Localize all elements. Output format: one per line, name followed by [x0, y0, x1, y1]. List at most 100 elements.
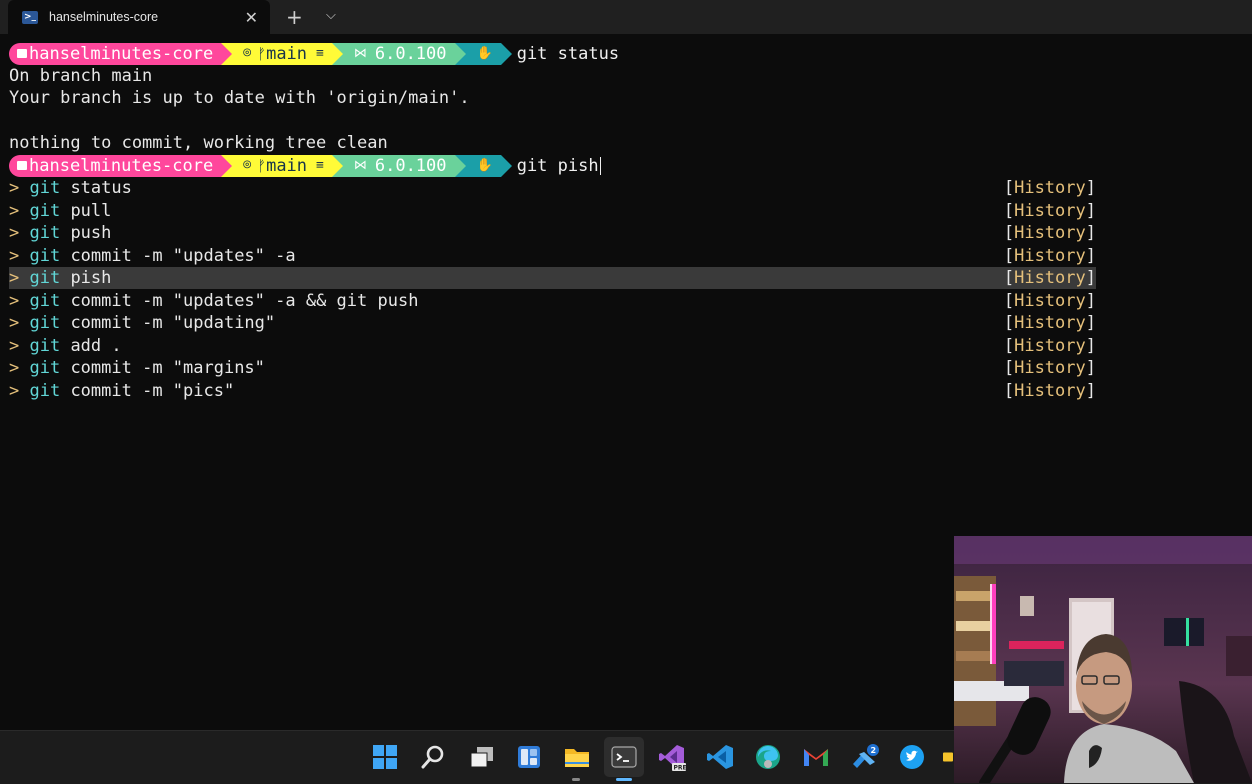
search-icon[interactable]: [417, 741, 449, 773]
dotnet-version: 6.0.100: [374, 44, 447, 64]
terminal-icon[interactable]: [604, 737, 644, 777]
prediction-command-keyword: git: [29, 178, 61, 198]
prediction-command-keyword: git: [29, 223, 61, 243]
prompt-line: hanselminutes-core ⌾ ᚠ main ≡ ⋈ 6.0.100 …: [9, 155, 601, 177]
prediction-item[interactable]: > git push [History]: [9, 222, 1096, 244]
output-line: nothing to commit, working tree clean: [9, 133, 388, 153]
prediction-marker: >: [9, 290, 30, 311]
task-view-icon[interactable]: [466, 741, 498, 773]
history-label: History: [1014, 335, 1086, 356]
history-label: History: [1014, 178, 1086, 198]
edge-icon[interactable]: [752, 741, 784, 773]
gmail-icon[interactable]: [800, 741, 832, 773]
close-icon[interactable]: ✕: [245, 8, 258, 27]
widgets-icon[interactable]: [513, 741, 545, 773]
prompt-folder-segment: hanselminutes-core: [9, 43, 233, 65]
command-text: git status: [516, 44, 620, 64]
prediction-source-tag: [History]: [1003, 223, 1096, 243]
running-indicator: [572, 778, 580, 781]
prediction-source-tag: [History]: [1003, 268, 1096, 288]
powershell-icon: >_: [22, 10, 38, 24]
equal-status-icon: ≡: [316, 46, 324, 61]
file-explorer-icon[interactable]: [561, 741, 593, 773]
prediction-command-keyword: git: [29, 358, 61, 378]
prediction-marker: >: [9, 200, 30, 221]
prediction-item[interactable]: > git add . [History]: [9, 335, 1096, 357]
prediction-item[interactable]: > git commit -m "pics" [History]: [9, 380, 1096, 402]
prediction-source-tag: [History]: [1003, 335, 1096, 356]
history-label: History: [1014, 200, 1086, 221]
prediction-marker: >: [9, 335, 30, 356]
windows-start-icon[interactable]: [369, 741, 401, 773]
output-line: On branch main: [9, 66, 153, 86]
prediction-source-tag: [History]: [1003, 200, 1096, 221]
partially-hidden-app-icon[interactable]: [942, 741, 954, 773]
history-label: History: [1014, 223, 1086, 243]
prompt-dotnet-segment: ⋈ 6.0.100: [331, 155, 466, 177]
prediction-command-args: push: [60, 223, 112, 243]
folder-icon: [17, 49, 27, 58]
history-label: History: [1014, 313, 1086, 333]
prompt-git-segment: ⌾ ᚠ main ≡: [221, 43, 343, 65]
equal-status-icon: ≡: [316, 158, 324, 173]
prediction-item[interactable]: > git commit -m "updates" -a [History]: [9, 245, 1096, 267]
prediction-command-args: commit -m "pics": [60, 380, 235, 401]
github-icon: ⌾: [243, 46, 252, 61]
github-icon: ⌾: [243, 158, 252, 173]
command-input[interactable]: git pish: [517, 155, 601, 177]
prediction-marker: >: [9, 178, 30, 198]
output-line: Your branch is up to date with 'origin/m…: [9, 88, 470, 108]
prediction-item[interactable]: > git commit -m "updates" -a && git push…: [9, 290, 1096, 312]
text-cursor: [599, 157, 601, 175]
prediction-command-keyword: git: [29, 200, 61, 221]
chevron-down-icon[interactable]: ⌵: [326, 8, 336, 23]
prediction-item[interactable]: > git commit -m "margins" [History]: [9, 357, 1096, 379]
dotnet-icon: ⋈: [353, 46, 367, 61]
prediction-command-keyword: git: [29, 290, 61, 311]
webcam-overlay: [954, 536, 1252, 783]
twitter-icon[interactable]: [896, 741, 928, 773]
branch-icon: ᚠ: [257, 45, 267, 63]
prediction-command-args: pish: [60, 268, 112, 288]
prediction-marker: >: [9, 223, 30, 243]
prediction-source-tag: [History]: [1003, 358, 1096, 378]
dotnet-icon: ⋈: [353, 158, 367, 173]
history-label: History: [1014, 380, 1086, 401]
folder-icon: [17, 161, 27, 170]
prediction-command-keyword: git: [29, 335, 61, 356]
hand-icon: ✋: [476, 158, 493, 173]
prediction-command-args: pull: [60, 200, 112, 221]
prediction-item[interactable]: > git pull [History]: [9, 200, 1096, 222]
history-label: History: [1014, 358, 1086, 378]
prompt-dotnet-segment: ⋈ 6.0.100: [331, 43, 466, 65]
prompt-line: hanselminutes-core ⌾ ᚠ main ≡ ⋈ 6.0.100 …: [9, 43, 619, 65]
prediction-source-tag: [History]: [1003, 290, 1096, 311]
history-label: History: [1014, 268, 1086, 288]
tab-hanselminutes-core[interactable]: >_ hanselminutes-core ✕: [8, 0, 270, 34]
hand-icon: ✋: [476, 46, 493, 61]
branch-name: main: [266, 156, 308, 176]
prediction-item[interactable]: > git commit -m "updating" [History]: [9, 312, 1096, 334]
visual-studio-preview-icon[interactable]: PRE: [656, 741, 688, 773]
history-label: History: [1014, 245, 1086, 266]
folder-name: hanselminutes-core: [29, 44, 214, 64]
prediction-command-args: add .: [60, 335, 122, 356]
prediction-command-keyword: git: [29, 245, 61, 266]
prediction-item-selected[interactable]: > git pish [History]: [9, 267, 1096, 289]
prediction-command-keyword: git: [29, 313, 61, 333]
prediction-source-tag: [History]: [1003, 313, 1096, 333]
folder-name: hanselminutes-core: [29, 156, 214, 176]
prediction-command-args: commit -m "updates" -a: [60, 245, 296, 266]
active-indicator: [616, 778, 632, 781]
prediction-marker: >: [9, 313, 30, 333]
title-bar: >_ hanselminutes-core ✕ + ⌵: [0, 0, 1252, 34]
prompt-folder-segment: hanselminutes-core: [9, 155, 233, 177]
prediction-source-tag: [History]: [1003, 380, 1096, 401]
teams-icon[interactable]: 2: [849, 741, 881, 773]
prompt-git-segment: ⌾ ᚠ main ≡: [221, 155, 343, 177]
prediction-marker: >: [9, 358, 30, 378]
prediction-item[interactable]: > git status [History]: [9, 177, 1096, 199]
vscode-icon[interactable]: [704, 741, 736, 773]
new-tab-button[interactable]: +: [286, 5, 303, 29]
history-label: History: [1014, 290, 1086, 311]
